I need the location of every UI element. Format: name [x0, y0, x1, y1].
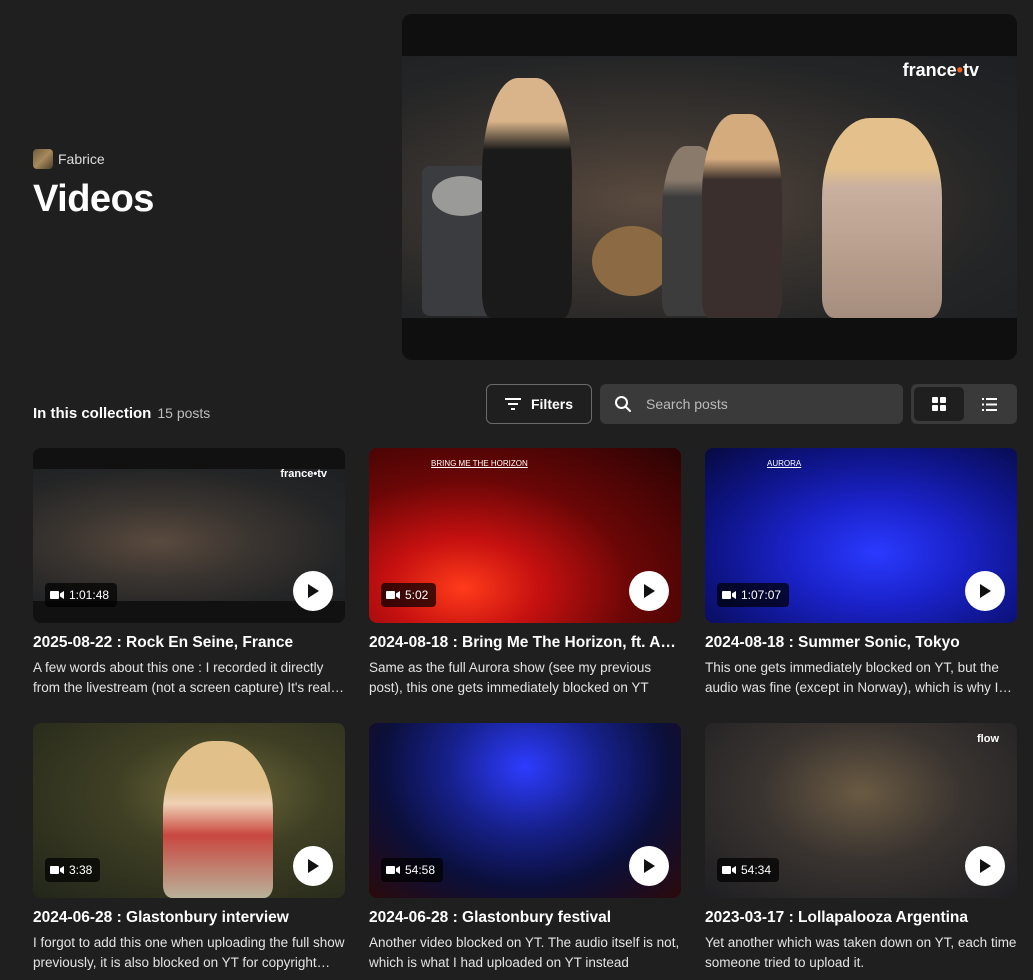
thumbnail-artist-tag: BRING ME THE HORIZON [431, 459, 528, 468]
post-thumbnail[interactable]: 1:07:07 AURORA [705, 448, 1017, 623]
duration-text: 54:34 [741, 863, 772, 877]
collection-label: In this collection [33, 405, 152, 422]
page-title: Videos [33, 178, 154, 220]
post-description: Yet another which was taken down on YT, … [705, 935, 1017, 970]
thumbnail-channel-logo: france•tv [280, 468, 327, 480]
post-description: I forgot to add this one when uploading … [33, 935, 345, 970]
video-camera-icon [722, 591, 736, 599]
interview-subject [163, 741, 273, 898]
duration-badge: 54:58 [381, 858, 444, 882]
channel-logo: france•tv [902, 60, 979, 80]
video-camera-icon [722, 866, 736, 874]
filter-lines-icon [504, 398, 521, 410]
search-icon [615, 396, 631, 412]
post-card[interactable]: 54:58 2024-06-28 : Glastonbury festival … [369, 723, 681, 973]
play-button[interactable] [965, 846, 1005, 886]
featured-video-frame: france•tv [402, 56, 1017, 318]
duration-badge: 3:38 [45, 858, 101, 882]
list-icon [981, 397, 997, 411]
post-title[interactable]: 2025-08-22 : Rock En Seine, France [33, 634, 345, 652]
featured-video-player[interactable]: france•tv [402, 14, 1017, 360]
post-thumbnail[interactable]: 54:58 [369, 723, 681, 898]
play-button[interactable] [293, 571, 333, 611]
duration-badge: 54:34 [717, 858, 780, 882]
collection-header: In this collection 15 posts [33, 405, 210, 422]
post-title[interactable]: 2024-08-18 : Summer Sonic, Tokyo [705, 634, 1017, 652]
post-title[interactable]: 2023-03-17 : Lollapalooza Argentina [705, 909, 1017, 927]
duration-text: 1:01:48 [69, 588, 110, 602]
post-card[interactable]: 54:34 flow 2023-03-17 : Lollapalooza Arg… [705, 723, 1017, 973]
post-description: A few words about this one : I recorded … [33, 660, 341, 695]
post-card[interactable]: 1:07:07 AURORA 2024-08-18 : Summer Sonic… [705, 448, 1017, 698]
post-card[interactable]: 3:38 2024-06-28 : Glastonbury interview … [33, 723, 345, 973]
duration-text: 1:07:07 [741, 588, 782, 602]
play-icon [980, 584, 991, 598]
collection-count: 15 posts [157, 405, 211, 421]
play-button[interactable] [293, 846, 333, 886]
post-title[interactable]: 2024-06-28 : Glastonbury festival [369, 909, 681, 927]
duration-badge: 1:07:07 [717, 583, 790, 607]
duration-text: 3:38 [69, 863, 93, 877]
play-icon [644, 859, 655, 873]
duration-badge: 1:01:48 [45, 583, 118, 607]
thumbnail-artist-tag: AURORA [767, 459, 802, 468]
grid-view-button[interactable] [914, 387, 964, 421]
play-button[interactable] [629, 571, 669, 611]
video-camera-icon [386, 591, 400, 599]
search-box[interactable] [600, 384, 903, 424]
post-card[interactable]: 5:02 BRING ME THE HORIZON 2024-08-18 : B… [369, 448, 681, 698]
post-description: Another video blocked on YT. The audio i… [369, 935, 680, 970]
post-description: This one gets immediately blocked on YT,… [705, 660, 999, 695]
post-thumbnail[interactable]: 5:02 BRING ME THE HORIZON [369, 448, 681, 623]
post-card[interactable]: 1:01:48 france•tv 2025-08-22 : Rock En S… [33, 448, 345, 698]
duration-text: 5:02 [405, 588, 429, 602]
post-thumbnail[interactable]: 54:34 flow [705, 723, 1017, 898]
post-title[interactable]: 2024-06-28 : Glastonbury interview [33, 909, 345, 927]
duration-text: 54:58 [405, 863, 436, 877]
search-input[interactable] [646, 396, 876, 412]
play-icon [980, 859, 991, 873]
play-icon [308, 584, 319, 598]
video-camera-icon [386, 866, 400, 874]
creator-avatar [33, 149, 53, 169]
grid-icon [932, 397, 946, 411]
thumbnail-channel-logo: flow [977, 733, 999, 745]
video-camera-icon [50, 591, 64, 599]
filters-label: Filters [530, 396, 573, 412]
list-view-button[interactable] [964, 387, 1014, 421]
play-icon [308, 859, 319, 873]
post-thumbnail[interactable]: 1:01:48 france•tv [33, 448, 345, 623]
view-toggle [911, 384, 1017, 424]
play-button[interactable] [629, 846, 669, 886]
filters-button[interactable]: Filters [486, 384, 592, 424]
play-icon [644, 584, 655, 598]
post-thumbnail[interactable]: 3:38 [33, 723, 345, 898]
post-title[interactable]: 2024-08-18 : Bring Me The Horizon, ft. A… [369, 634, 681, 652]
post-description: Same as the full Aurora show (see my pre… [369, 660, 652, 695]
creator-link[interactable]: Fabrice [33, 149, 105, 169]
play-button[interactable] [965, 571, 1005, 611]
video-camera-icon [50, 866, 64, 874]
duration-badge: 5:02 [381, 583, 437, 607]
creator-name: Fabrice [58, 151, 105, 167]
